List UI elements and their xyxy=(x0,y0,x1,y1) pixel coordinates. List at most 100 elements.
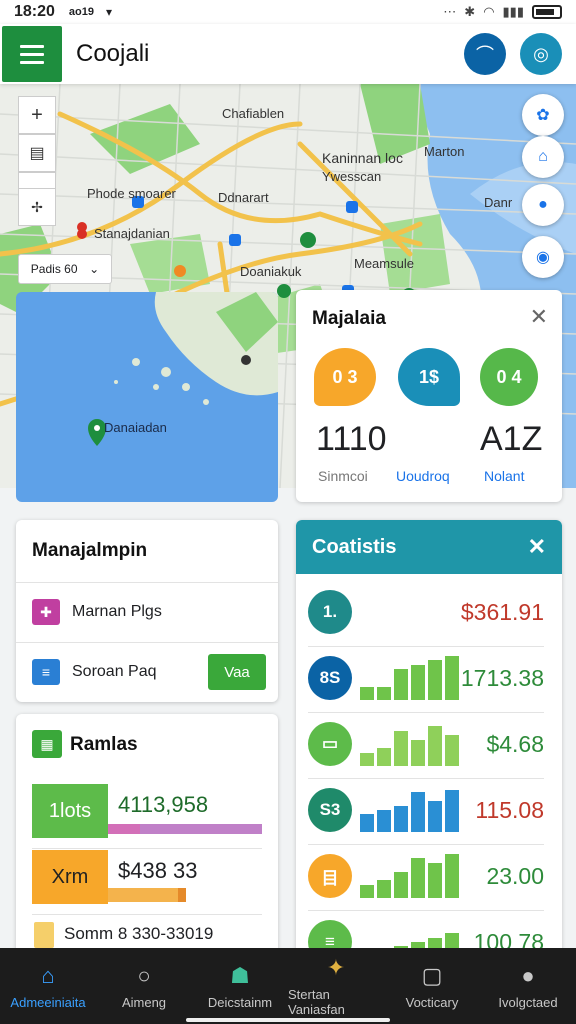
list-item[interactable]: ✚ Marnan Plgs xyxy=(16,582,278,642)
status-bar: 18:20 ao19 ▾ ⋯ ✱ ◠ ▮▮▮ xyxy=(0,0,576,24)
stat-row[interactable]: 1. $361.91 xyxy=(308,582,544,642)
list-item[interactable]: ≡ Soroan Paq Vaa xyxy=(16,642,278,702)
battery-icon xyxy=(532,5,562,19)
zoom-in-button[interactable]: + xyxy=(18,96,56,134)
stat-badge: 8S xyxy=(308,656,352,700)
card-title: Manajalmpin xyxy=(32,540,148,561)
wifi-icon: ◠ xyxy=(483,4,495,19)
map-preview-card[interactable]: Danaiadan xyxy=(16,292,278,502)
globe-button[interactable]: ◎ xyxy=(520,33,562,75)
stat-badge: 1. xyxy=(308,590,352,634)
map-label: Phode smoarer xyxy=(87,186,176,201)
menu-button[interactable] xyxy=(2,26,62,82)
radius-chip[interactable]: Padis 60 ⌄ xyxy=(18,254,112,284)
bottom-navigation: ⌂ Admeeiniaita ○ Aimeng ☗ Deicstainm ✦ S… xyxy=(0,948,576,1024)
nav-label: Admeeiniaita xyxy=(10,994,86,1010)
stat-row[interactable]: 8S 1713.38 xyxy=(308,648,544,708)
close-icon[interactable]: ✕ xyxy=(528,534,546,560)
row-value: Somm 8 330-33019 xyxy=(64,924,214,943)
list-item-label: Marnan Plgs xyxy=(72,603,162,620)
spark-bar xyxy=(445,735,459,766)
majalaia-card: Majalaia ✕ 0 3 1$ 0 4 1110 A1Z Sinmcoi U… xyxy=(296,290,562,502)
stat-row[interactable]: ▭ $4.68 xyxy=(308,714,544,774)
coatistis-card: Coatistis ✕ 1. $361.91 8S 1713.38 ▭ $4.6… xyxy=(296,520,562,954)
row-tag: Xrm xyxy=(32,850,108,904)
nav-item-home[interactable]: ⌂ Admeeiniaita xyxy=(0,948,96,1024)
favorite-fab[interactable]: ✿ xyxy=(522,94,564,136)
nav-label: Vocticary xyxy=(405,994,459,1010)
stat-badge: ▭ xyxy=(308,722,352,766)
compass-button[interactable]: ✢ xyxy=(18,188,56,226)
location-fab[interactable]: ◉ xyxy=(522,236,564,278)
spark-bar xyxy=(394,669,408,700)
map-label: Stanajdanian xyxy=(94,226,170,241)
app-title: Coojali xyxy=(76,40,150,67)
row-value: $438 33 xyxy=(118,858,198,883)
nav-label: Ivolgctaed xyxy=(498,994,558,1010)
preview-map-label: Danaiadan xyxy=(104,420,167,435)
spark-bar xyxy=(377,810,391,832)
layers-button[interactable]: ▤ xyxy=(18,134,56,172)
close-icon[interactable]: ✕ xyxy=(530,304,548,330)
spark-bar xyxy=(428,726,442,766)
nav-item-search[interactable]: ○ Aimeng xyxy=(96,948,192,1024)
document-icon xyxy=(34,922,54,948)
spark-bar xyxy=(411,858,425,898)
metric-badge: 1$ xyxy=(398,348,460,406)
map-label: Kaninnan loc xyxy=(322,150,403,166)
nav-label: Aimeng xyxy=(121,994,167,1010)
stat-value: 115.08 xyxy=(475,796,544,823)
nav-item-profile[interactable]: ● Ivolgctaed xyxy=(480,948,576,1024)
map-label: Ddnarart xyxy=(218,190,269,205)
notifications-button[interactable]: ⌒ xyxy=(464,33,506,75)
map-label: Ywesscan xyxy=(322,169,382,184)
document-icon: ≡ xyxy=(32,659,60,685)
nav-item-explore[interactable]: ✦ Stertan Vaniasfan xyxy=(288,948,384,1024)
bluetooth-icon: ✱ xyxy=(464,4,476,19)
status-icons: ⋯ ✱ ◠ ▮▮▮ xyxy=(443,4,562,20)
stat-row[interactable]: 目 23.00 xyxy=(308,846,544,906)
spark-bar xyxy=(428,863,442,898)
spark-bar xyxy=(411,665,425,700)
spark-bar xyxy=(394,806,408,832)
action-button[interactable]: Vaa xyxy=(208,654,266,690)
spark-bar xyxy=(377,687,391,700)
nav-label: Deicstainm xyxy=(207,994,273,1010)
stat-bars xyxy=(360,854,464,898)
spark-bar xyxy=(428,660,442,700)
spark-bar xyxy=(377,880,391,898)
status-carrier: ao19 xyxy=(68,6,94,18)
table-icon: ▦ xyxy=(32,730,62,758)
puzzle-icon: ✚ xyxy=(32,599,60,625)
image-icon: ▢ xyxy=(421,962,443,988)
home-indicator[interactable] xyxy=(186,1018,390,1022)
card-title: Coatistis xyxy=(312,535,397,558)
poi-fab[interactable]: ● xyxy=(522,184,564,226)
nav-item-gallery[interactable]: ▢ Vocticary xyxy=(384,948,480,1024)
more-icon: ⋯ xyxy=(443,4,457,19)
list-item-label: Soroan Paq xyxy=(72,663,157,680)
nav-item-people[interactable]: ☗ Deicstainm xyxy=(192,948,288,1024)
map-label: Chafiablen xyxy=(222,106,285,121)
spark-bar xyxy=(445,854,459,898)
spark-bar xyxy=(394,731,408,766)
stat-row[interactable]: S3 115.08 xyxy=(308,780,544,840)
app-bar: Coojali ⌒ ◎ xyxy=(0,24,576,84)
card-title: Majalaia xyxy=(312,308,386,329)
spark-bar xyxy=(445,656,459,700)
spark-bar xyxy=(360,885,374,898)
profile-icon: ● xyxy=(521,962,535,988)
metric-value: A1Z xyxy=(480,420,543,458)
home-icon: ⌂ xyxy=(41,962,55,988)
stat-bars xyxy=(360,722,464,766)
metric-caption: Sinmcoi xyxy=(318,468,368,484)
metric-value: 1110 xyxy=(316,420,387,458)
nav-label: Stertan Vaniasfan xyxy=(288,987,345,1017)
chevron-down-icon: ⌄ xyxy=(89,262,100,276)
manajalmpin-card: Manajalmpin ✚ Marnan Plgs ≡ Soroan Paq V… xyxy=(16,520,278,702)
radius-label: Padis 60 xyxy=(30,262,78,276)
spark-bar xyxy=(360,687,374,700)
stat-bars xyxy=(360,656,461,700)
transit-fab[interactable]: ⌂ xyxy=(522,136,564,178)
spark-bar xyxy=(377,748,391,766)
